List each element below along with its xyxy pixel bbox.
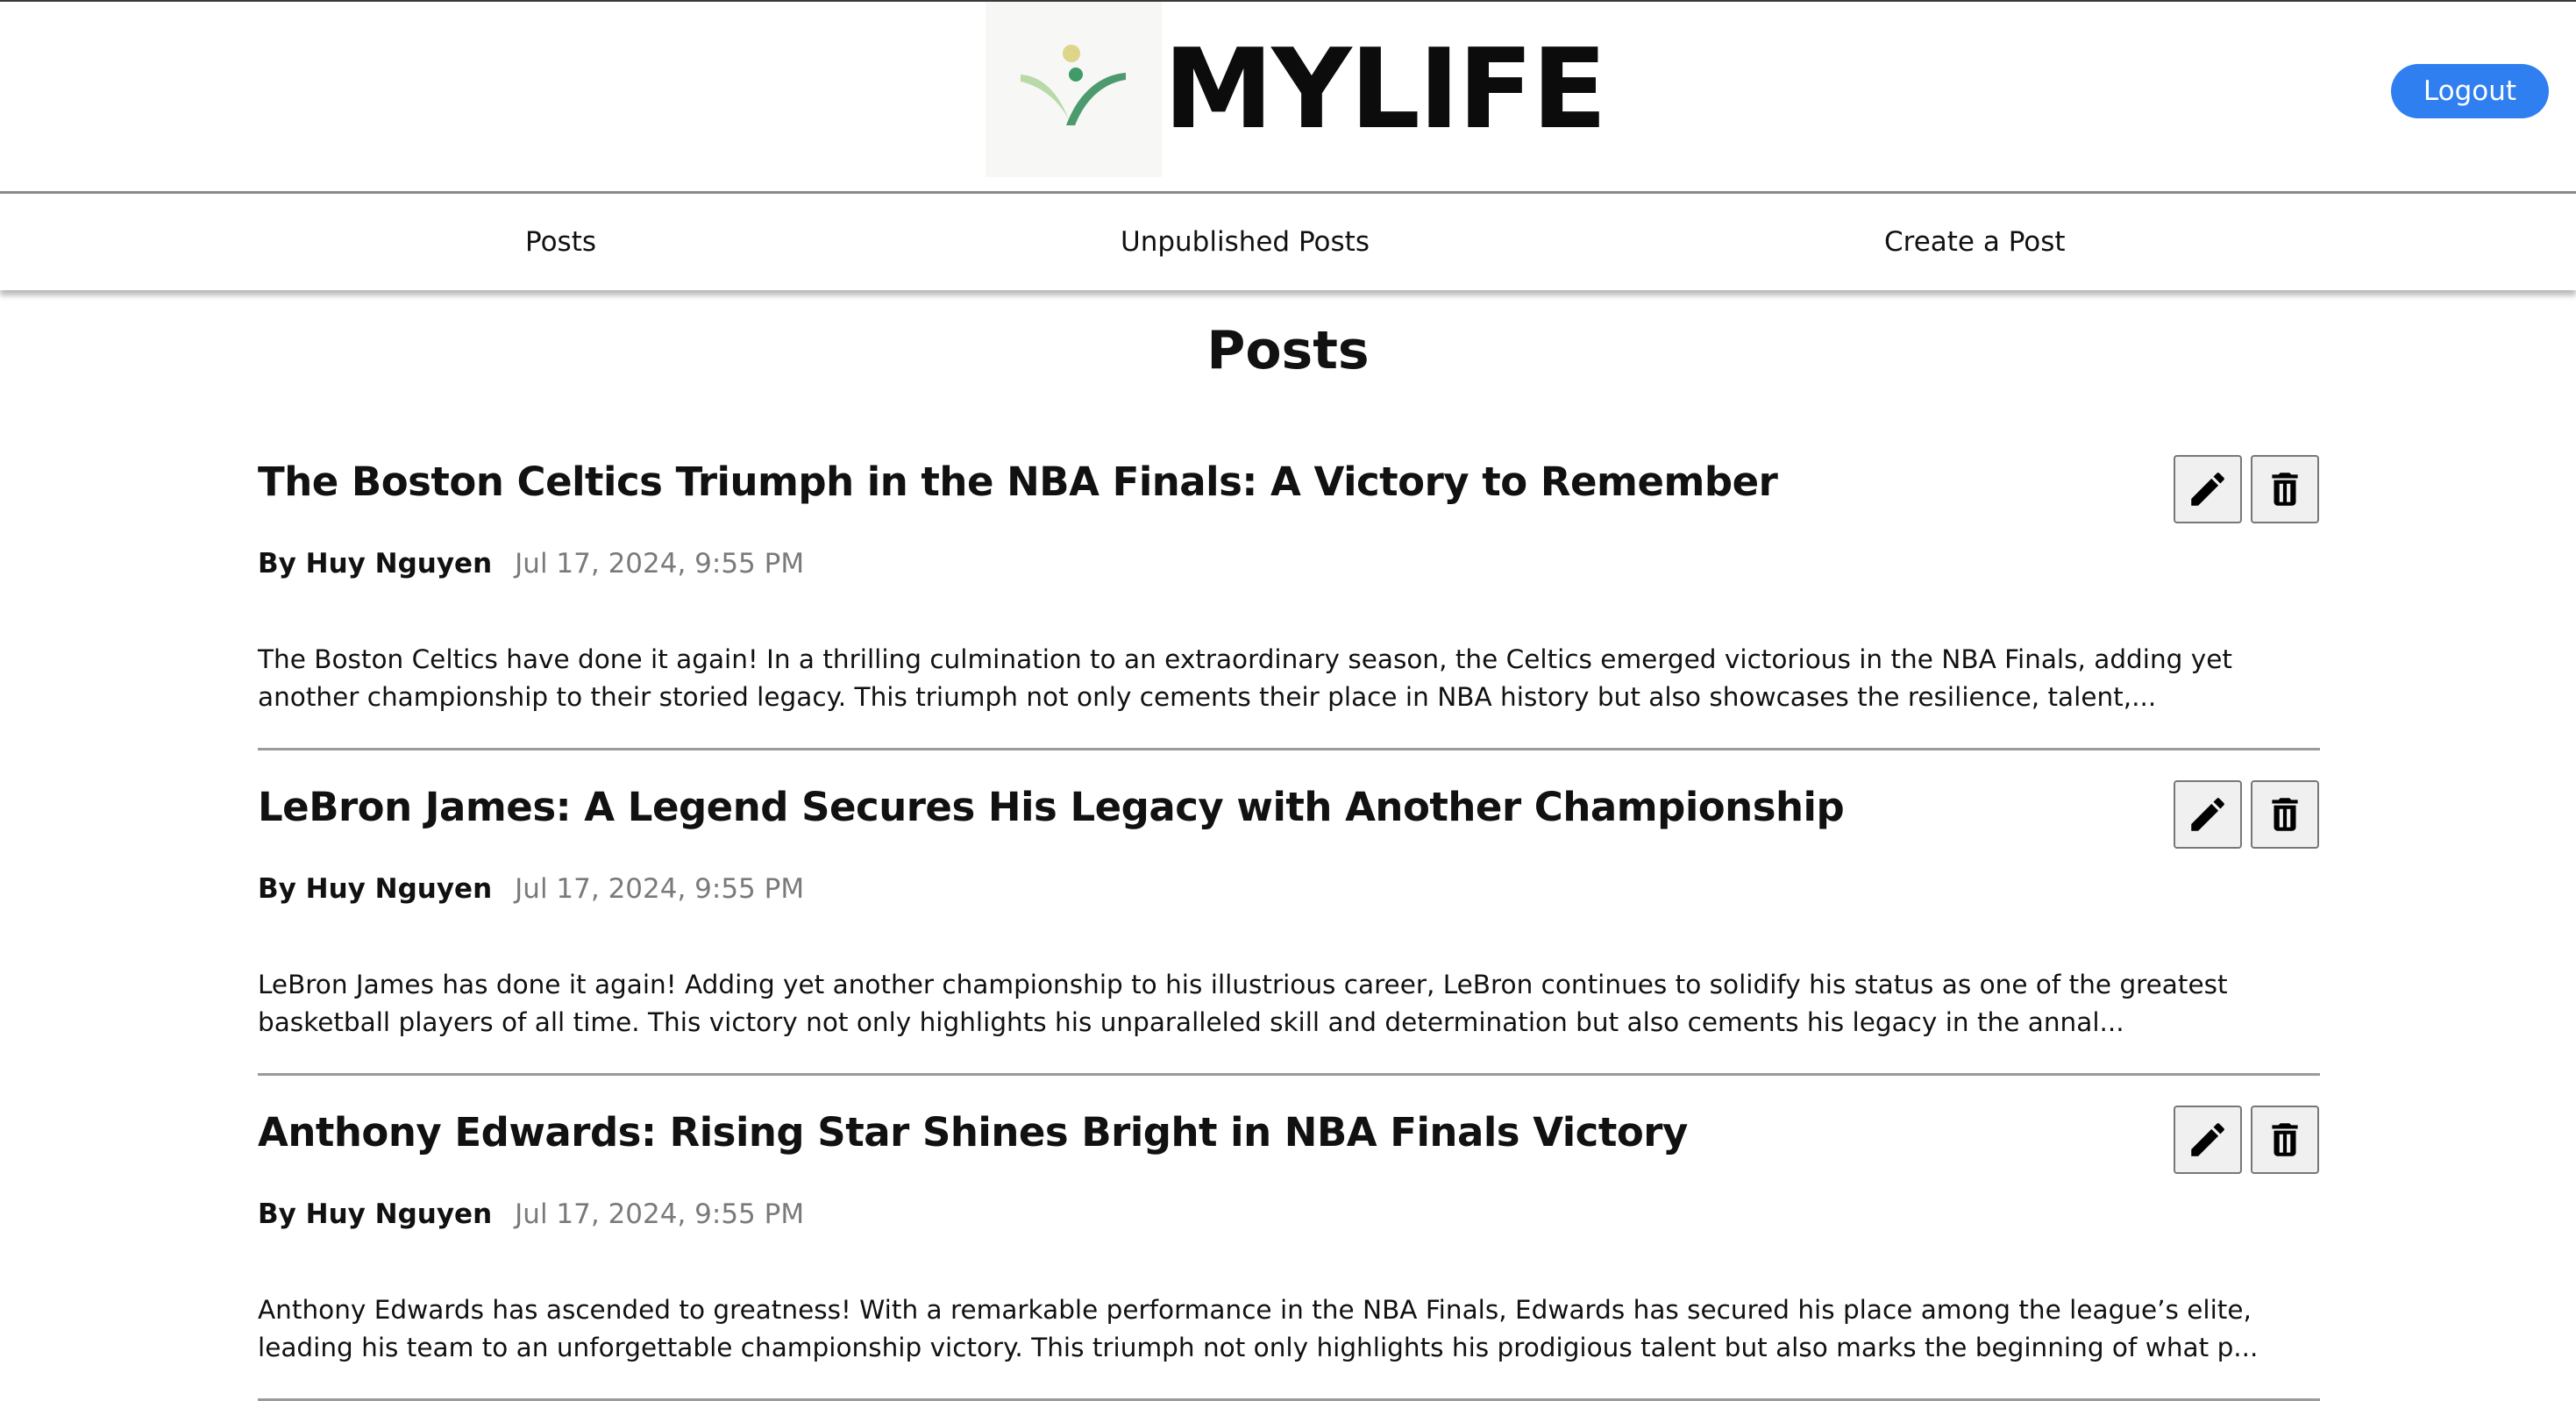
delete-post-button[interactable] xyxy=(2251,780,2319,849)
trash-icon xyxy=(2272,798,2298,831)
post-date: Jul 17, 2024, 9:55 PM xyxy=(515,548,805,580)
post-title[interactable]: The Boston Celtics Triumph in the NBA Fi… xyxy=(258,460,1778,504)
pencil-icon xyxy=(2191,798,2224,831)
post-item: LeBron James: A Legend Secures His Legac… xyxy=(258,780,2320,1076)
post-excerpt: Anthony Edwards has ascended to greatnes… xyxy=(258,1295,2259,1362)
edit-post-button[interactable] xyxy=(2174,455,2242,523)
post-author: By Huy Nguyen xyxy=(258,548,493,580)
page-title: Posts xyxy=(1206,320,1370,381)
post-author: By Huy Nguyen xyxy=(258,873,493,905)
logo-text: MYLIFE xyxy=(1163,25,1607,153)
nav-item-create-post[interactable]: Create a Post xyxy=(1884,194,2066,290)
post-title[interactable]: LeBron James: A Legend Secures His Legac… xyxy=(258,786,1845,829)
post-excerpt: The Boston Celtics have done it again! I… xyxy=(258,644,2232,712)
edit-post-button[interactable] xyxy=(2174,780,2242,849)
pencil-icon xyxy=(2191,473,2224,506)
main-nav: Posts Unpublished Posts Create a Post xyxy=(0,191,2576,290)
pencil-icon xyxy=(2191,1123,2224,1156)
post-date: Jul 17, 2024, 9:55 PM xyxy=(515,873,805,905)
post-item: Anthony Edwards: Rising Star Shines Brig… xyxy=(258,1106,2320,1401)
post-item: The Boston Celtics Triumph in the NBA Fi… xyxy=(258,455,2320,750)
post-excerpt: LeBron James has done it again! Adding y… xyxy=(258,970,2228,1037)
delete-post-button[interactable] xyxy=(2251,1106,2319,1174)
logo-mark-icon xyxy=(986,2,1162,177)
logo[interactable]: MYLIFE xyxy=(986,2,1607,177)
delete-post-button[interactable] xyxy=(2251,455,2319,523)
site-header: MYLIFE Logout xyxy=(0,2,2576,191)
trash-icon xyxy=(2272,473,2298,506)
edit-post-button[interactable] xyxy=(2174,1106,2242,1174)
trash-icon xyxy=(2272,1123,2298,1156)
logout-button[interactable]: Logout xyxy=(2391,64,2549,118)
post-meta: By Huy Nguyen Jul 17, 2024, 9:55 PM xyxy=(258,1198,804,1230)
nav-item-unpublished-posts[interactable]: Unpublished Posts xyxy=(1121,194,1370,290)
post-author: By Huy Nguyen xyxy=(258,1198,493,1230)
post-meta: By Huy Nguyen Jul 17, 2024, 9:55 PM xyxy=(258,873,804,905)
post-meta: By Huy Nguyen Jul 17, 2024, 9:55 PM xyxy=(258,548,804,580)
nav-item-posts[interactable]: Posts xyxy=(525,194,596,290)
post-date: Jul 17, 2024, 9:55 PM xyxy=(515,1198,805,1230)
post-title[interactable]: Anthony Edwards: Rising Star Shines Brig… xyxy=(258,1111,1688,1155)
